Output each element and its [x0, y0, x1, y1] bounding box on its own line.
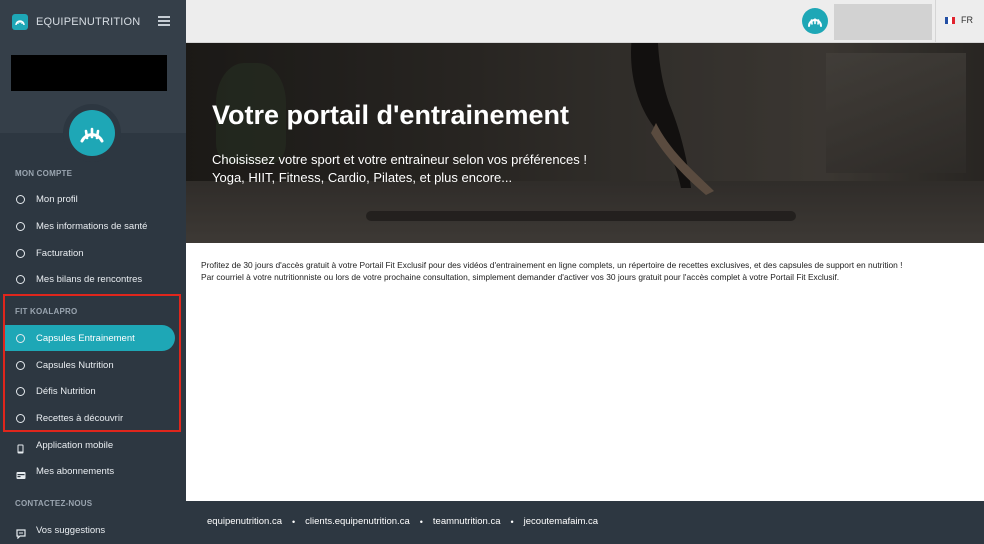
- nav-item-mon-profil[interactable]: Mon profil: [0, 186, 186, 212]
- hero-banner: Votre portail d'entrainement Choisissez …: [186, 43, 984, 243]
- nav-item-label: Capsules Entrainement: [36, 332, 135, 344]
- circle-icon: [16, 413, 25, 423]
- mobile-icon: [16, 441, 25, 453]
- french-flag-icon: [945, 16, 955, 24]
- sidebar: EQUIPENUTRITION MON COMPTE Mon profil Me…: [0, 0, 186, 544]
- footer-separator: •: [419, 516, 423, 527]
- nav-item-label: Capsules Nutrition: [36, 359, 114, 371]
- hero-subtitle-line-1: Choisissez votre sport et votre entraine…: [212, 152, 588, 167]
- nav-item-abonnements[interactable]: Mes abonnements: [0, 458, 186, 484]
- intro-paragraph: Profitez de 30 jours d'accès gratuit à v…: [201, 260, 903, 270]
- language-label: FR: [961, 15, 973, 25]
- nav-item-label: Mes abonnements: [36, 465, 115, 477]
- nav-item-recettes[interactable]: Recettes à découvrir: [0, 405, 186, 431]
- nav-item-facturation[interactable]: Facturation: [0, 240, 186, 266]
- language-selector[interactable]: FR: [945, 15, 973, 25]
- app-root: EQUIPENUTRITION MON COMPTE Mon profil Me…: [0, 0, 984, 544]
- nav-item-capsules-entrainement[interactable]: Capsules Entrainement: [4, 325, 175, 351]
- nav-item-label: Mes bilans de rencontres: [36, 273, 143, 285]
- brand[interactable]: EQUIPENUTRITION: [12, 13, 140, 31]
- footer-link-clients[interactable]: clients.equipenutrition.ca: [305, 516, 410, 527]
- nav-item-defis-nutrition[interactable]: Défis Nutrition: [0, 378, 186, 404]
- brand-name: EQUIPENUTRITION: [36, 16, 141, 28]
- circle-icon: [16, 360, 25, 370]
- hero-overlay: [186, 43, 984, 243]
- top-bar: FR: [186, 0, 984, 43]
- feedback-icon: [16, 526, 26, 539]
- nav-item-capsules-nutrition[interactable]: Capsules Nutrition: [0, 352, 186, 378]
- circle-icon: [16, 248, 25, 258]
- menu-toggle-icon[interactable]: [158, 16, 170, 26]
- user-name-redacted[interactable]: [834, 4, 932, 40]
- circle-icon: [16, 194, 25, 204]
- brand-logo-icon: [12, 14, 28, 30]
- profile-name-redacted: [11, 55, 167, 91]
- footer-separator: •: [292, 516, 296, 527]
- card-icon: [16, 467, 26, 479]
- nav-item-label: Facturation: [36, 247, 84, 259]
- avatar-logo-icon: [69, 110, 115, 156]
- main-content: Profitez de 30 jours d'accès gratuit à v…: [201, 260, 971, 283]
- nav-item-label: Application mobile: [36, 439, 114, 451]
- nav-item-label: Mes informations de santé: [36, 220, 148, 232]
- activation-paragraph: Par courriel à votre nutritionniste ou l…: [201, 271, 840, 282]
- circle-icon: [16, 333, 25, 343]
- circle-icon: [16, 274, 25, 284]
- nav-item-suggestions[interactable]: Vos suggestions: [0, 517, 186, 543]
- user-avatar-icon[interactable]: [802, 8, 828, 34]
- user-avatar: [63, 104, 121, 162]
- footer-link-equipenutrition[interactable]: equipenutrition.ca: [207, 516, 282, 527]
- section-label-fit-koalapro: FIT KOALAPRO: [15, 307, 78, 316]
- footer-link-jecoutemafaim[interactable]: jecoutemafaim.ca: [524, 516, 598, 527]
- footer-separator: •: [510, 516, 514, 527]
- nav-item-label: Mon profil: [36, 193, 78, 205]
- nav-item-informations-sante[interactable]: Mes informations de santé: [0, 213, 186, 239]
- nav-item-bilans-rencontres[interactable]: Mes bilans de rencontres: [0, 266, 186, 292]
- hero-subtitle: Choisissez votre sport et votre entraine…: [212, 151, 587, 187]
- footer-links: equipenutrition.ca • clients.equipenutri…: [207, 516, 598, 527]
- footer: equipenutrition.ca • clients.equipenutri…: [186, 501, 984, 544]
- circle-icon: [16, 221, 25, 231]
- nav-item-label: Défis Nutrition: [36, 385, 96, 397]
- nav-item-label: Vos suggestions: [36, 524, 106, 536]
- nav-item-label: Recettes à découvrir: [36, 412, 124, 424]
- footer-link-teamnutrition[interactable]: teamnutrition.ca: [433, 516, 501, 527]
- hero-title: Votre portail d'entrainement: [212, 100, 569, 130]
- section-label-contactez-nous: CONTACTEZ-NOUS: [15, 499, 93, 508]
- nav-item-application-mobile[interactable]: Application mobile: [0, 432, 186, 458]
- section-label-mon-compte: MON COMPTE: [15, 169, 73, 178]
- divider: [935, 0, 936, 43]
- hero-subtitle-line-2: Yoga, HIIT, Fitness, Cardio, Pilates, et…: [212, 170, 513, 185]
- circle-icon: [16, 386, 25, 396]
